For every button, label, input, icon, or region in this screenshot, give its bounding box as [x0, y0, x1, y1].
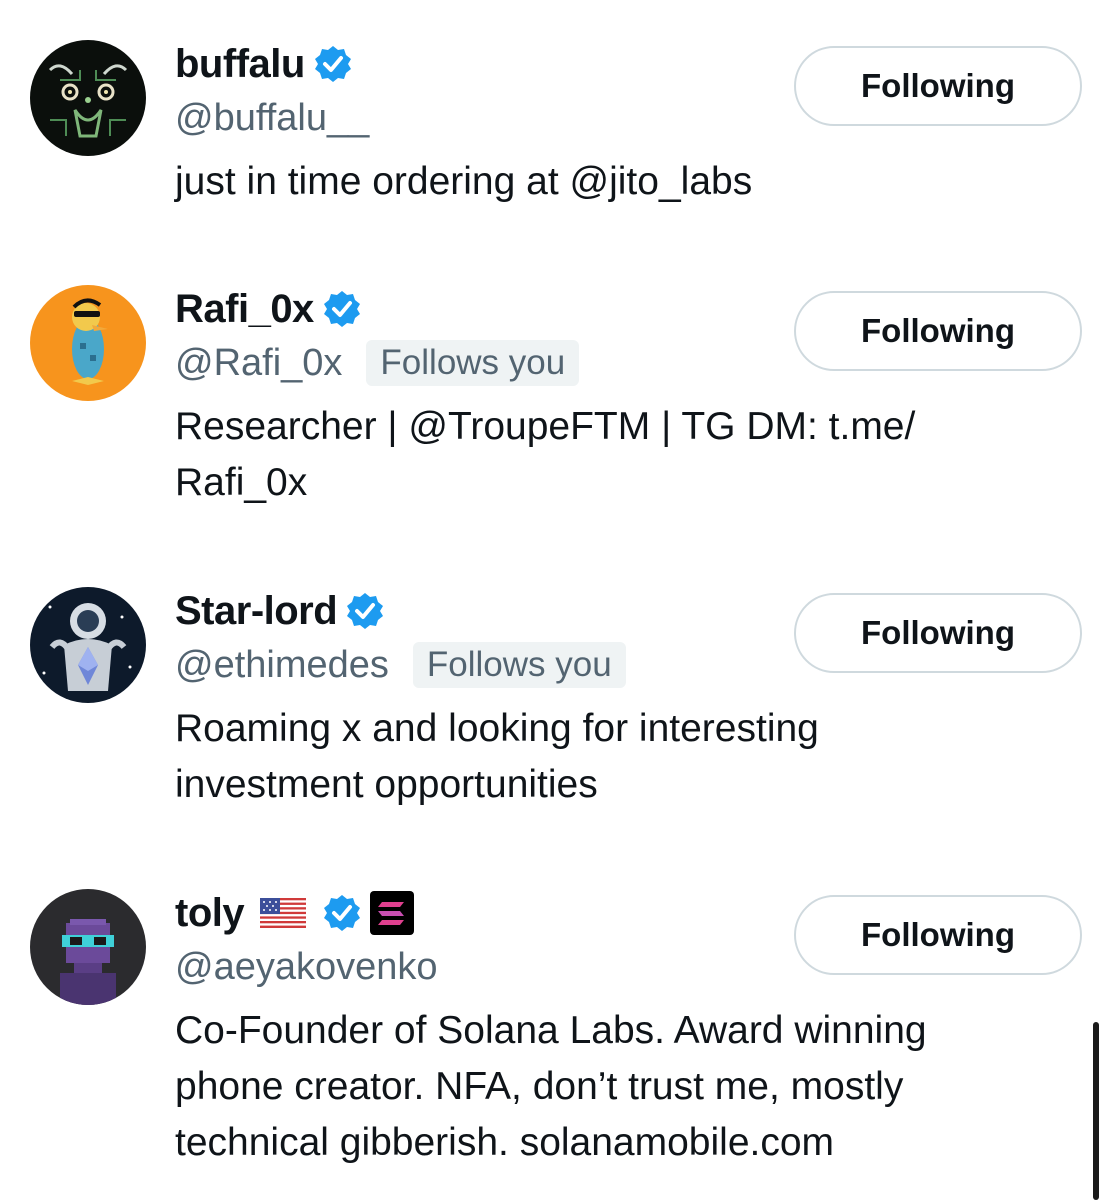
display-name[interactable]: toly — [175, 889, 245, 937]
display-name[interactable]: Rafi_0x — [175, 285, 314, 333]
name-line: Rafi_0x — [175, 285, 362, 333]
avatar[interactable] — [30, 285, 146, 401]
user-bio: Researcher | @TroupeFTM | TG DM: t.me/ R… — [175, 405, 916, 504]
handle-line: @ethimedes Follows you — [175, 639, 626, 691]
verified-badge-icon[interactable] — [345, 591, 385, 631]
follows-you-badge: Follows you — [412, 642, 626, 688]
following-button[interactable]: Following — [794, 895, 1082, 975]
solana-logo-icon[interactable] — [370, 891, 415, 935]
scrollbar[interactable] — [1093, 1022, 1099, 1200]
avatar-toly-image — [30, 889, 146, 1005]
name-line: Star-lord — [175, 587, 385, 635]
following-button[interactable]: Following — [794, 291, 1082, 371]
name-line: toly — [175, 889, 415, 937]
following-button[interactable]: Following — [794, 46, 1082, 126]
avatar[interactable] — [30, 587, 146, 703]
handle-line: @aeyakovenko — [175, 941, 438, 993]
avatar[interactable] — [30, 40, 146, 156]
user-bio: Co-Founder of Solana Labs. Award winning… — [175, 1009, 927, 1164]
user-bio: Roaming x and looking for interesting in… — [175, 707, 819, 806]
avatar[interactable] — [30, 889, 146, 1005]
avatar-buffalu-image — [30, 40, 146, 156]
verified-badge-icon[interactable] — [322, 289, 362, 329]
user-handle[interactable]: @aeyakovenko — [175, 943, 438, 991]
user-handle[interactable]: @Rafi_0x — [175, 339, 342, 387]
us-flag-icon — [260, 898, 307, 928]
user-bio: just in time ordering at @jito_labs — [175, 160, 753, 203]
follows-you-badge: Follows you — [366, 340, 580, 386]
handle-line: @Rafi_0x Follows you — [175, 337, 580, 389]
following-list: buffalu @buffalu__ just in time ordering… — [0, 0, 1107, 1200]
user-handle[interactable]: @ethimedes — [175, 641, 389, 689]
display-name[interactable]: buffalu — [175, 40, 305, 88]
display-name[interactable]: Star-lord — [175, 587, 338, 635]
user-handle[interactable]: @buffalu__ — [175, 94, 369, 142]
verified-badge-icon[interactable] — [322, 893, 362, 933]
handle-line: @buffalu__ — [175, 92, 369, 144]
following-button[interactable]: Following — [794, 593, 1082, 673]
avatar-starlord-image — [30, 587, 146, 703]
avatar-rafi-image — [30, 285, 146, 401]
verified-badge-icon[interactable] — [313, 44, 353, 84]
name-line: buffalu — [175, 40, 353, 88]
